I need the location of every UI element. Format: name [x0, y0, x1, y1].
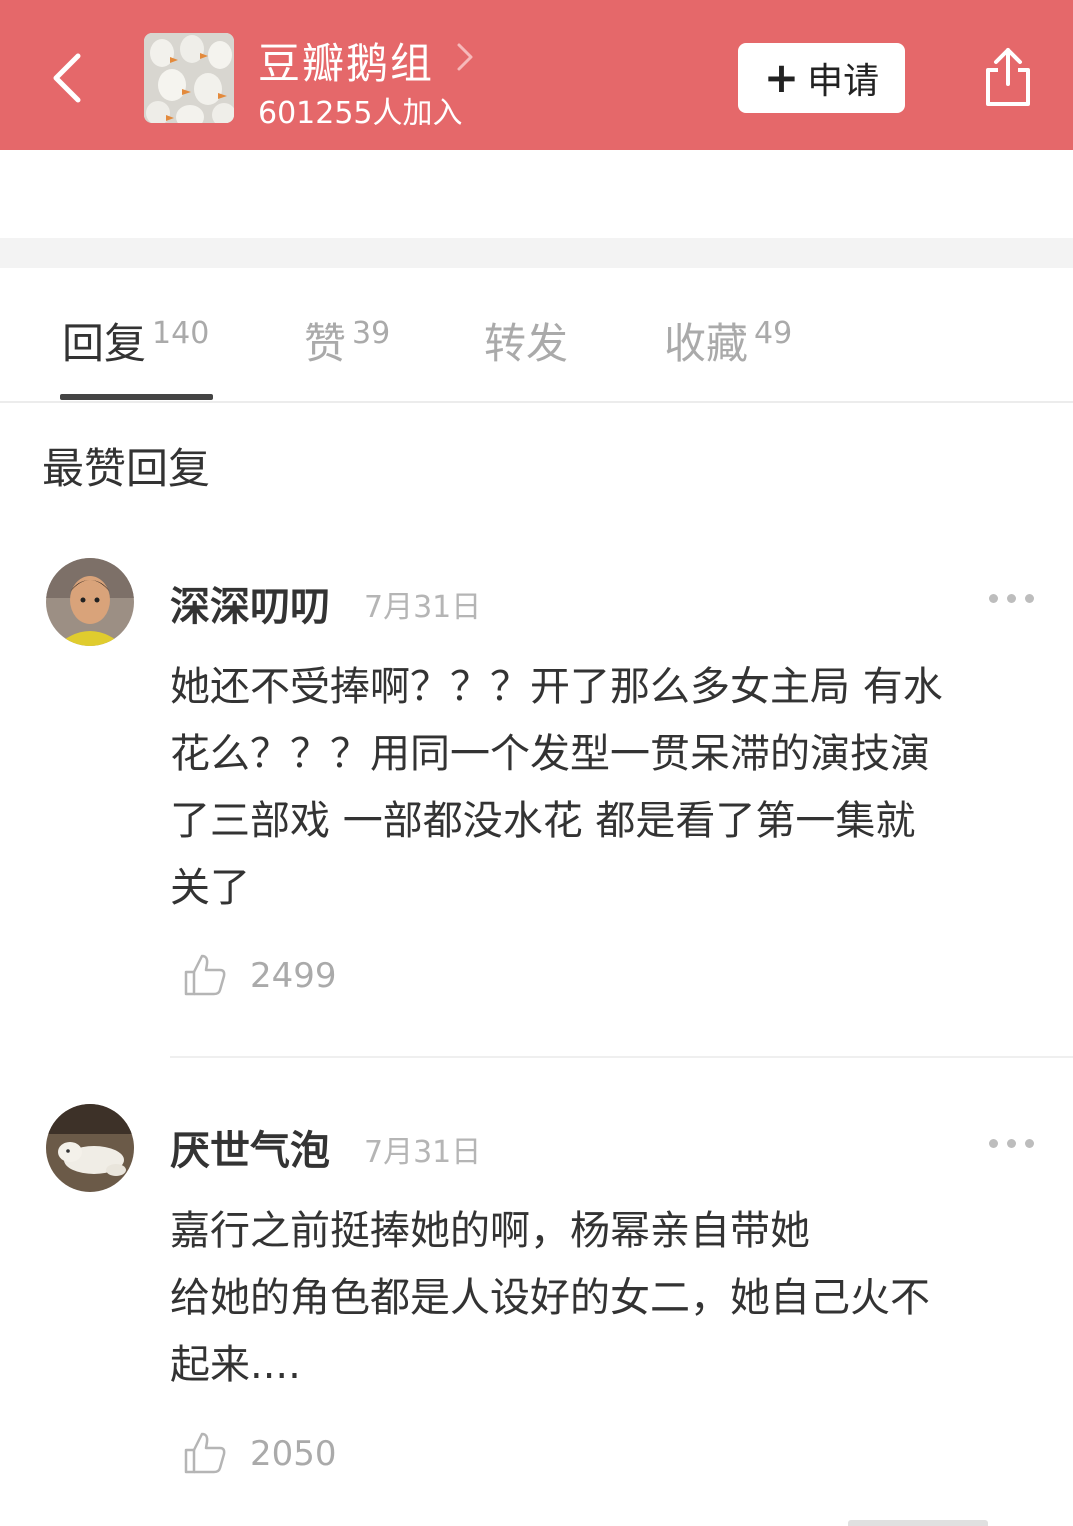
- tab-count: 140: [152, 316, 210, 351]
- tab-label: 收藏: [664, 319, 749, 368]
- group-header: 豆瓣鹅组 601255人加入 + 申请: [0, 0, 1073, 150]
- plus-icon: +: [763, 53, 800, 102]
- tab-count: 49: [754, 316, 793, 351]
- section-separator: [0, 238, 1073, 268]
- user-avatar-image: [46, 1104, 134, 1192]
- comment-date: 7月31日: [364, 590, 482, 625]
- tab-count: 39: [352, 316, 391, 351]
- more-options-button[interactable]: [985, 1133, 1039, 1153]
- floating-bar-edge: [848, 1520, 988, 1526]
- avatar[interactable]: [46, 558, 134, 646]
- username[interactable]: 厌世气泡: [170, 1118, 330, 1176]
- group-avatar[interactable]: [144, 33, 234, 123]
- avatar[interactable]: [46, 1104, 134, 1192]
- chevron-right-icon[interactable]: [454, 40, 476, 74]
- more-options-button[interactable]: [985, 588, 1039, 608]
- comment-text: 她还不受捧啊？？？开了那么多女主局 有水 花么？？？用同一个发型一贯呆滞的演技演…: [170, 664, 943, 911]
- tab-label: 赞: [304, 319, 347, 368]
- comment-date: 7月31日: [364, 1135, 482, 1170]
- back-button[interactable]: [44, 48, 94, 108]
- back-arrow-icon: [53, 53, 81, 103]
- like-count: 2499: [250, 956, 337, 996]
- thumbs-up-icon[interactable]: [182, 1430, 228, 1476]
- username[interactable]: 深深叨叨: [170, 574, 330, 632]
- tab-label: 回复: [62, 319, 147, 368]
- comment-text: 嘉行之前挺捧她的啊，杨幂亲自带她 给她的角色都是人设好的女二，她自己火不 起来.…: [170, 1208, 930, 1388]
- user-avatar-image: [46, 558, 134, 646]
- member-count: 601255人加入: [258, 96, 463, 131]
- share-icon: [986, 48, 1030, 106]
- tab-forwards[interactable]: 转发: [484, 310, 568, 371]
- apply-label: 申请: [807, 61, 880, 102]
- tab-likes[interactable]: 赞 39: [304, 310, 390, 371]
- tabs-divider: [0, 401, 1073, 403]
- share-button[interactable]: [980, 42, 1036, 112]
- geese-image: [144, 33, 234, 123]
- tab-label: 转发: [484, 319, 569, 368]
- thumbs-up-icon[interactable]: [182, 952, 228, 998]
- active-tab-indicator: [60, 394, 213, 400]
- comment-divider: [170, 1056, 1073, 1058]
- tab-collections[interactable]: 收藏 49: [664, 310, 792, 371]
- group-name[interactable]: 豆瓣鹅组: [258, 30, 434, 91]
- apply-join-button[interactable]: + 申请: [738, 43, 905, 113]
- section-title: 最赞回复: [42, 444, 211, 493]
- tab-replies[interactable]: 回复 140: [62, 310, 209, 371]
- like-count: 2050: [250, 1434, 337, 1474]
